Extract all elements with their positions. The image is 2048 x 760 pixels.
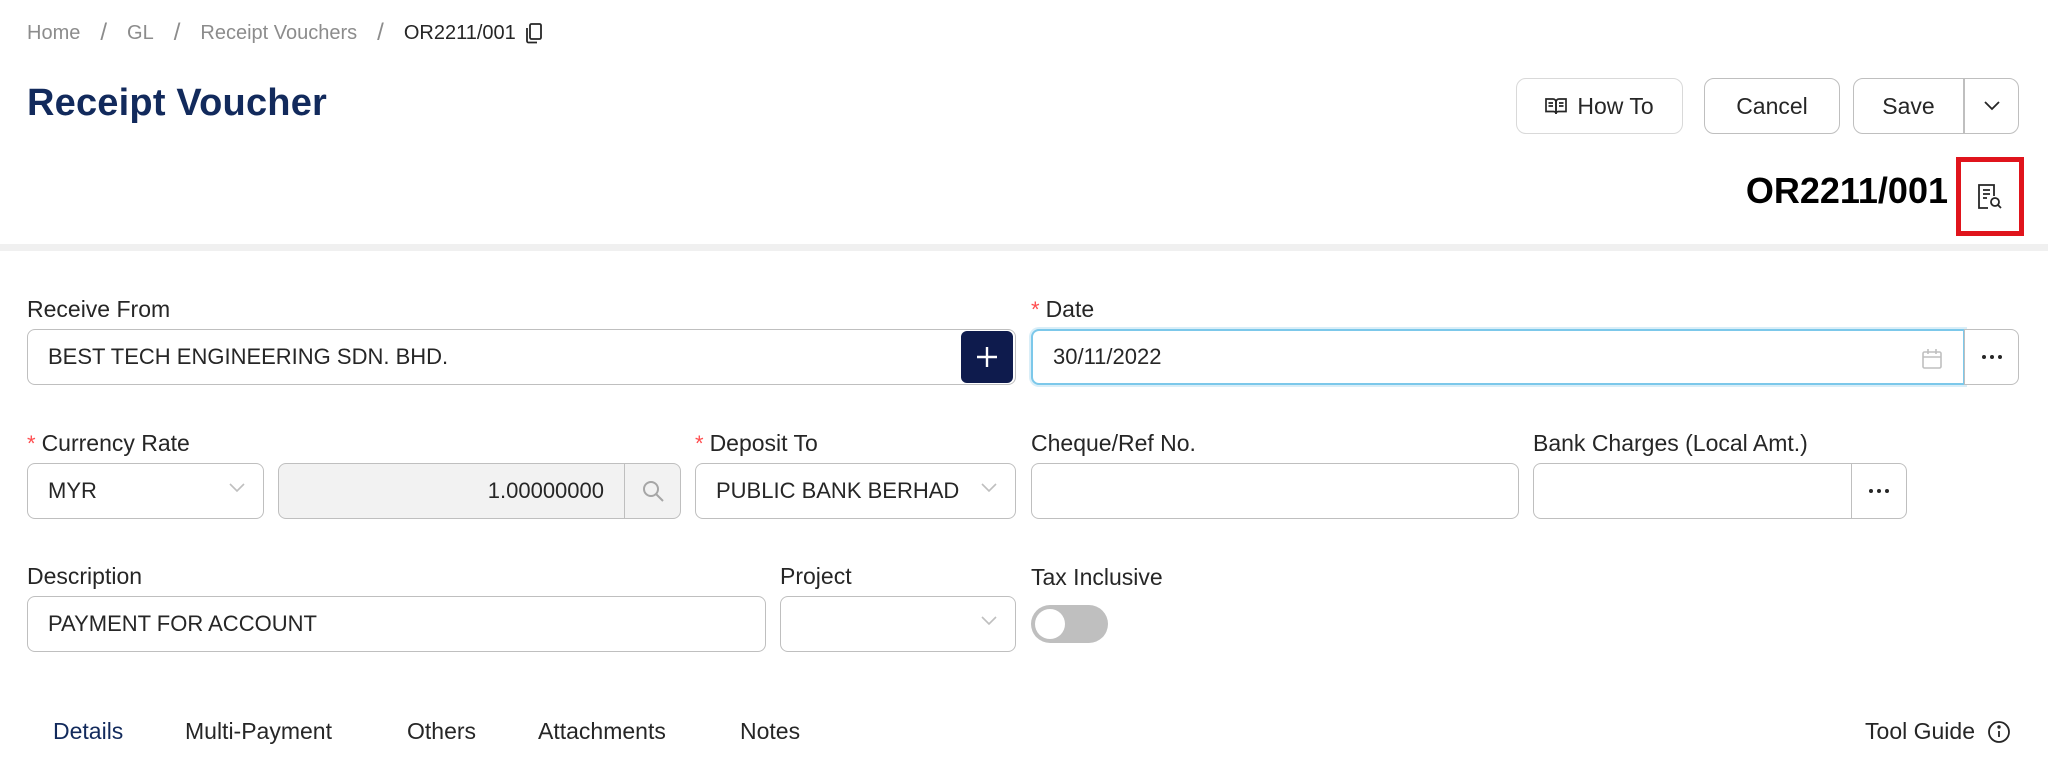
breadcrumb-receipt-vouchers[interactable]: Receipt Vouchers <box>200 22 357 45</box>
info-icon <box>1988 720 2010 743</box>
rate-search-button[interactable] <box>624 463 681 519</box>
document-search-icon <box>1978 183 2002 209</box>
date-more-button[interactable] <box>1964 329 2019 385</box>
more-horizontal-icon <box>1869 489 1889 493</box>
description-label: Description <box>27 563 143 589</box>
document-number: OR2211/001 <box>1745 170 1948 211</box>
date-label: * Date <box>1031 296 1094 323</box>
tax-inclusive-toggle[interactable] <box>1031 605 1108 643</box>
bank-charges-input[interactable] <box>1533 463 1852 519</box>
required-mark: * <box>695 431 704 456</box>
deposit-to-value: PUBLIC BANK BERHAD <box>716 478 960 503</box>
currency-value: MYR <box>48 478 97 503</box>
date-value: 30/11/2022 <box>1053 344 1162 369</box>
breadcrumb-separator: / <box>377 19 384 46</box>
tax-inclusive-label: Tax Inclusive <box>1031 564 1163 590</box>
receive-from-value: BEST TECH ENGINEERING SDN. BHD. <box>48 344 449 369</box>
tool-guide-link[interactable]: Tool Guide <box>1865 718 2011 745</box>
tab-others[interactable]: Others <box>407 718 476 745</box>
copy-icon[interactable] <box>524 22 544 44</box>
deposit-to-select[interactable]: PUBLIC BANK BERHAD <box>695 463 1016 519</box>
document-preview-button[interactable] <box>1956 157 2024 236</box>
search-icon <box>642 481 664 502</box>
chevron-down-icon <box>981 616 997 626</box>
breadcrumb: Home / GL / Receipt Vouchers / OR2211/00… <box>27 18 544 48</box>
receive-from-input[interactable]: BEST TECH ENGINEERING SDN. BHD. <box>27 329 1016 385</box>
description-input[interactable]: PAYMENT FOR ACCOUNT <box>27 596 766 652</box>
breadcrumb-separator: / <box>173 19 181 46</box>
cheque-ref-input[interactable] <box>1031 463 1519 519</box>
how-to-label: How To <box>1577 92 1654 119</box>
save-options-button[interactable] <box>1964 78 2019 134</box>
tool-guide-label: Tool Guide <box>1865 718 1975 744</box>
toggle-knob <box>1035 609 1065 639</box>
breadcrumb-home[interactable]: Home <box>27 22 80 45</box>
cheque-ref-label: Cheque/Ref No. <box>1031 430 1196 456</box>
tab-notes[interactable]: Notes <box>740 718 800 745</box>
receive-from-label: Receive From <box>27 296 171 322</box>
project-select[interactable] <box>780 596 1016 652</box>
add-debtor-button[interactable] <box>961 331 1013 383</box>
plus-icon <box>977 347 997 367</box>
calendar-icon <box>1922 349 1942 369</box>
description-value: PAYMENT FOR ACCOUNT <box>48 611 317 636</box>
required-mark: * <box>1031 297 1040 322</box>
date-label-text: Date <box>1045 296 1095 322</box>
deposit-to-label: * Deposit To <box>695 430 818 457</box>
breadcrumb-separator: / <box>100 19 108 46</box>
tab-multi-payment[interactable]: Multi-Payment <box>185 718 332 745</box>
tab-attachments[interactable]: Attachments <box>538 718 666 745</box>
chevron-down-icon <box>1983 101 2000 111</box>
chevron-down-icon <box>981 483 997 493</box>
exchange-rate-value: 1.00000000 <box>487 478 604 503</box>
breadcrumb-gl[interactable]: GL <box>127 22 154 45</box>
tab-bar: Details Multi-Payment Others Attachments… <box>0 700 2048 760</box>
deposit-to-label-text: Deposit To <box>709 430 818 456</box>
bank-charges-more-button[interactable] <box>1851 463 1907 519</box>
cancel-button[interactable]: Cancel <box>1704 78 1840 134</box>
chevron-down-icon <box>229 483 245 493</box>
how-to-button[interactable]: How To <box>1516 78 1683 134</box>
bank-charges-label: Bank Charges (Local Amt.) <box>1533 430 1808 456</box>
currency-rate-label: * Currency Rate <box>27 430 190 457</box>
currency-rate-label-text: Currency Rate <box>41 430 190 456</box>
book-icon <box>1545 98 1568 115</box>
project-label: Project <box>780 563 852 589</box>
save-button[interactable]: Save <box>1853 78 1964 134</box>
exchange-rate-input[interactable]: 1.00000000 <box>278 463 625 519</box>
more-horizontal-icon <box>1981 355 2002 359</box>
breadcrumb-current: OR2211/001 <box>403 21 516 44</box>
page-title: Receipt Voucher <box>27 82 328 124</box>
tab-details[interactable]: Details <box>53 718 123 745</box>
required-mark: * <box>27 431 36 456</box>
header-divider <box>0 244 2048 251</box>
currency-select[interactable]: MYR <box>27 463 264 519</box>
date-input[interactable]: 30/11/2022 <box>1031 329 1965 385</box>
